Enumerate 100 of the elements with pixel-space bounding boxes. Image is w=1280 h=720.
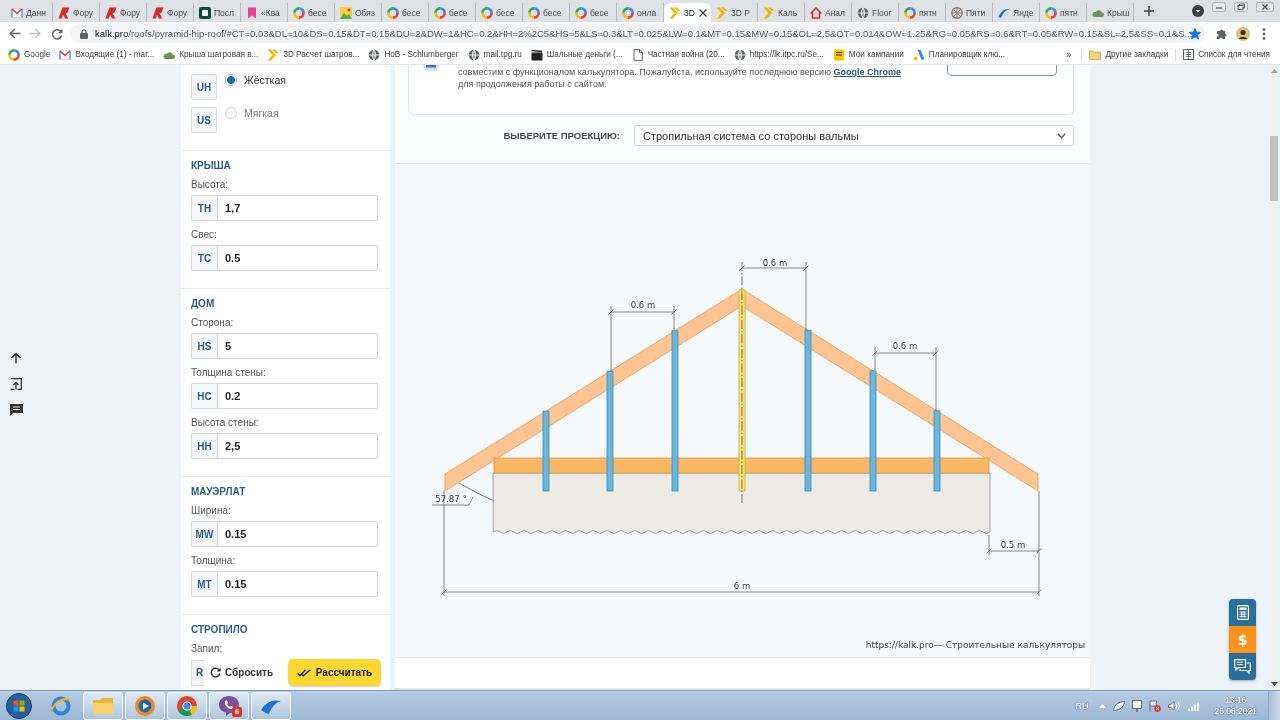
refresh-icon [210, 667, 221, 678]
field-code: MT [191, 571, 217, 597]
field-code: TC [191, 245, 217, 271]
field-label: Свес: [191, 229, 218, 241]
chrome-link[interactable]: Google Chrome [833, 67, 901, 77]
input-field[interactable]: 1,7 [217, 195, 378, 221]
taskbar-app[interactable] [167, 691, 207, 720]
scrollbar-thumb[interactable] [1270, 136, 1278, 201]
menu-icon[interactable] [1262, 27, 1266, 40]
radio-label: Мягкая [244, 107, 279, 119]
address-bar[interactable]: kalk.pro/roofs/pyramid-hip-roof/#CT=0.03&DL=10&DS=0.15&DT=0.15&DU=2&DW=1&HC=0.2&HH=2%2C5&HS=5&LS=0.3&LT=0.025&LW=0.1&MT=0.15&MW=0.15&OL=2.5&OT=0.014&OW=1.25&RG=0.05&RS=0.6&RT=0.05&RW=0.15&SL=2.5&SS=0.1&S... [70, 24, 1205, 43]
field-code: HS [191, 333, 217, 359]
notice-button[interactable] [947, 65, 1057, 76]
field-label: Толщина: [191, 555, 237, 567]
input-field[interactable]: 5 [217, 333, 378, 359]
dimension-label: 0.5 m [1000, 540, 1026, 550]
restore-icon[interactable] [1234, 2, 1248, 12]
tray-arrow-icon[interactable] [10, 378, 22, 390]
bookmark-item[interactable]: Мои кампании [830, 48, 906, 61]
avatar-icon[interactable] [1236, 26, 1250, 41]
ring-icon [481, 6, 493, 19]
ring-icon [293, 6, 305, 19]
bookmark-item[interactable]: Частная война (20... [629, 48, 727, 61]
slanted-bar-icon [912, 48, 925, 61]
taskbar-app[interactable] [125, 691, 165, 720]
flag-error-icon[interactable] [1149, 699, 1162, 712]
input-field[interactable]: 0.15 [217, 571, 378, 597]
browser-tab[interactable]: 3D [664, 3, 711, 22]
globe-icon [368, 48, 381, 61]
leaf-icon[interactable] [1113, 700, 1126, 711]
tile-icon [199, 6, 211, 19]
field-label: Сторона: [191, 317, 235, 329]
angle-label: 57.87 ° [435, 494, 467, 504]
input-field[interactable]: 0.15 [217, 521, 378, 547]
projection-select[interactable]: Стропильная система со стороны вальмы [634, 125, 1074, 146]
notification-badge: 6 [232, 706, 242, 717]
chat-icon[interactable] [10, 404, 23, 416]
bookmark-folder[interactable]: Другие закладки [1087, 49, 1171, 60]
chevron-icon [763, 6, 775, 19]
double-check-icon [296, 668, 311, 677]
bookmark-item[interactable]: Google [6, 48, 53, 61]
field-code: MW [191, 521, 217, 547]
close-icon[interactable] [1256, 2, 1274, 12]
angle-arc [431, 482, 495, 506]
credit-text: https://kalk.pro— Строительные калькуляторы [865, 640, 1086, 650]
bookmark-item[interactable]: Шальные деньги (... [528, 48, 625, 61]
notice-text: совместим с функционалом калькулятора. Пожалуйста, используйте последнюю версию Google Chrome для продолжения работы с сайтом. [458, 66, 901, 90]
more-bookmarks-button[interactable]: » [1060, 49, 1077, 60]
radio-button[interactable] [225, 74, 237, 86]
globe-icon [733, 48, 746, 61]
field-code: R [191, 659, 204, 686]
calculator-button[interactable] [1229, 599, 1256, 626]
minimize-icon[interactable] [1212, 2, 1226, 12]
envelope-icon [59, 48, 72, 61]
field-code: US [191, 107, 217, 133]
input-field[interactable]: 2,5 [217, 433, 378, 459]
chat-button[interactable] [1229, 653, 1256, 680]
reading-list-button[interactable]: Список для чтения [1181, 49, 1272, 60]
slash-mark-icon [58, 6, 70, 19]
speaker-icon[interactable] [1168, 700, 1182, 711]
dimension-line [739, 261, 809, 331]
taskbar-app[interactable] [251, 691, 291, 720]
monitor-icon[interactable] [1132, 699, 1143, 712]
taskbar-app[interactable]: 6 [209, 691, 249, 720]
ring-icon [387, 6, 399, 19]
arrow-up-icon[interactable] [10, 352, 22, 364]
dropdown-icon[interactable] [1192, 5, 1204, 17]
calculate-button[interactable]: Рассчитать [288, 659, 381, 686]
puzzle-icon[interactable] [1216, 27, 1228, 40]
radio-button[interactable] [225, 107, 237, 119]
globe-icon [857, 6, 869, 19]
scroll-down-icon[interactable] [1270, 682, 1278, 686]
reload-icon[interactable] [51, 27, 63, 40]
input-field[interactable]: 0.5 [217, 245, 378, 271]
folder-icon [1089, 49, 1102, 60]
bookmark-item[interactable]: https://lk.itpc.ru/Se... [731, 48, 826, 61]
dimension-label: 6 m [733, 581, 751, 591]
ring-icon [904, 6, 916, 19]
bookmark-item[interactable]: Крыша шатровая в... [161, 48, 261, 61]
projection-label: ВЫБЕРИТЕ ПРОЕКЦИЮ: [503, 130, 620, 141]
bookmark-item[interactable]: Планировщик клю... [910, 48, 1008, 61]
chevron-down-icon [1057, 132, 1066, 139]
field-code: HH [191, 433, 217, 459]
new-tab-icon[interactable] [1144, 6, 1154, 16]
bookmark-item[interactable]: HoB - Schlumberger [366, 48, 461, 61]
swoosh-icon [998, 6, 1010, 19]
bookmark-item[interactable]: 3D Расчет шатров... [265, 48, 362, 61]
close-icon[interactable] [699, 8, 707, 17]
picture-icon [340, 6, 352, 19]
start-orb-icon [6, 692, 32, 719]
ring-icon [1045, 6, 1057, 19]
globe-icon [467, 48, 480, 61]
field-label: Ширина: [191, 505, 232, 517]
field-code: HC [191, 383, 217, 409]
chevron-icon [267, 48, 280, 61]
wheel-icon [951, 6, 963, 19]
bookmark-item[interactable]: mail.tpg.ru [465, 48, 524, 61]
input-field[interactable]: 0.2 [217, 383, 378, 409]
back-arrow-icon[interactable] [9, 28, 21, 39]
bookmark-item[interactable]: Входящие (1) - mar... [57, 48, 157, 61]
